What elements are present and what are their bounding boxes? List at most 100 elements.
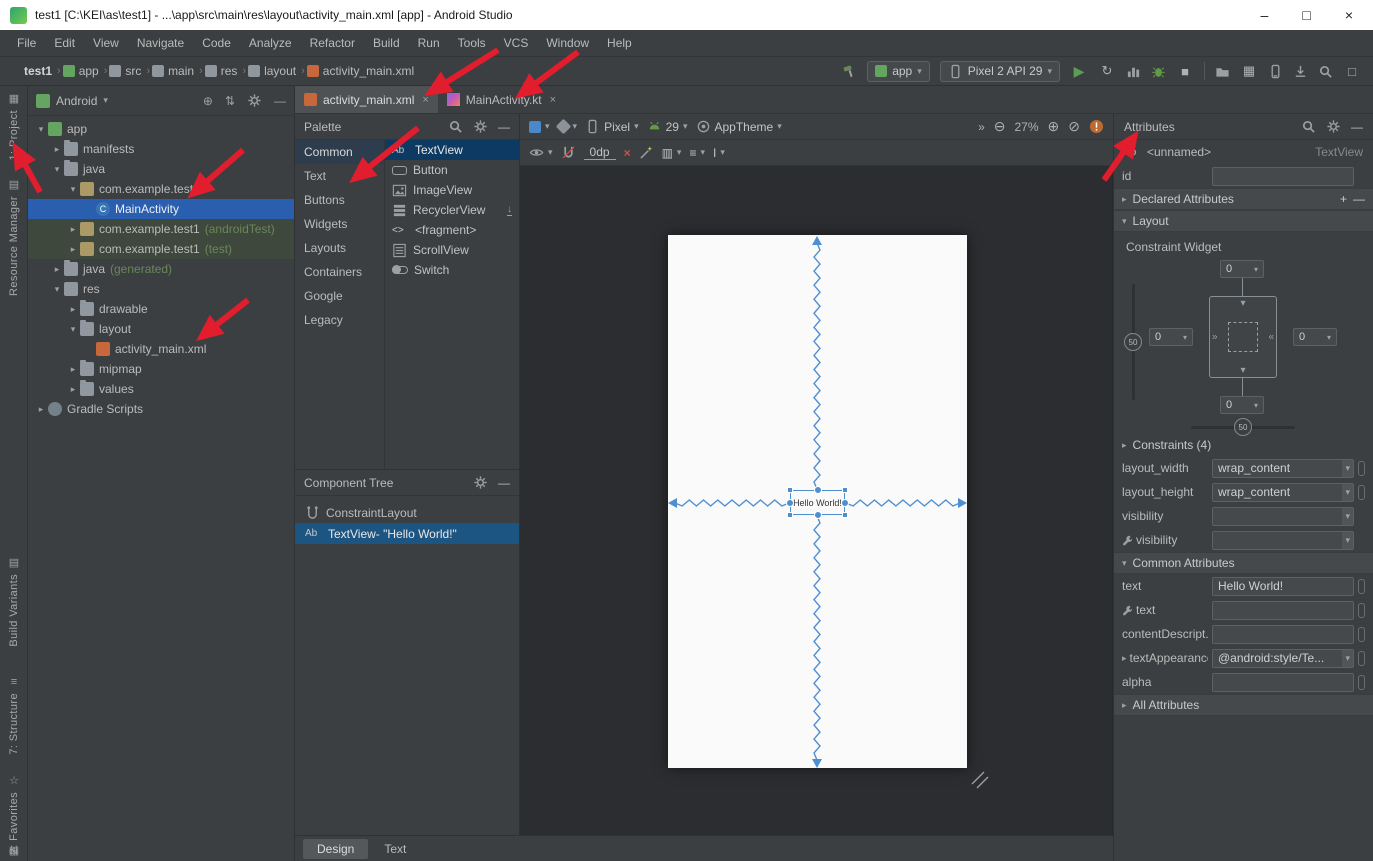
horizontal-bias-handle[interactable]: 50 [1234,418,1252,436]
expand-icon[interactable]: ▸ [66,244,80,255]
palette-category-text[interactable]: Text [295,164,384,188]
tree-row-values[interactable]: ▸ values [28,379,294,399]
top-constraint-icon[interactable]: ▾ [1240,298,1245,309]
tree-row-java[interactable]: ▾ java [28,159,294,179]
layout-width-select[interactable]: wrap_content ▾ [1212,459,1354,478]
menu-analyze[interactable]: Analyze [240,30,301,56]
close-tab-icon[interactable]: × [550,94,556,106]
minimize-button[interactable]: – [1261,7,1269,23]
palette-item-textview[interactable]: Ab TextView [385,140,519,160]
tree-row-mainactivity[interactable]: MainActivity [28,199,294,219]
flag-toggle[interactable] [1358,627,1365,642]
theme-select[interactable]: AppTheme ▾ [696,119,782,134]
bottom-constraint-icon[interactable]: ▾ [1240,365,1245,376]
run-button[interactable]: ▶ [1070,63,1088,80]
constraint-anchor-right[interactable] [841,499,849,507]
maximize-button[interactable]: □ [1302,7,1310,23]
tool-button-favorites[interactable]: ☆ 2: Favorites [0,774,28,854]
expand-icon[interactable]: ▸ [66,384,80,395]
tab-design[interactable]: Design [303,839,368,859]
constraint-widget-inner[interactable] [1228,322,1258,352]
constraint-widget-box[interactable]: ▾ ▾ » « [1209,296,1277,378]
tab-mainactivity-kt[interactable]: MainActivity.kt × [438,86,565,113]
search-icon[interactable] [1318,64,1333,79]
gear-icon[interactable] [473,119,488,134]
tab-activity-main-xml[interactable]: activity_main.xml × [295,86,438,113]
tree-row-res[interactable]: ▾ res [28,279,294,299]
toolwindow-toggle-icon[interactable]: ▦ [0,844,28,857]
hide-panel-icon[interactable]: — [498,120,510,134]
constraint-anchor-left[interactable] [786,499,794,507]
expand-icon[interactable]: ▸ [66,364,80,375]
component-tree-item-constraintlayout[interactable]: ConstraintLayout [295,502,519,523]
menu-view[interactable]: View [84,30,128,56]
declared-attributes-section[interactable]: ▸ Declared Attributes + — [1114,188,1373,210]
remove-attribute-button[interactable]: — [1353,192,1365,206]
menu-tools[interactable]: Tools [449,30,495,56]
expand-icon[interactable]: ▸ [34,404,48,415]
tool-button-structure[interactable]: ≡ 7: Structure [0,676,28,755]
tool-button-build-variants[interactable]: ▤ Build Variants [0,556,28,647]
tree-row-app[interactable]: ▾ app [28,119,294,139]
resize-handle-bottomleft[interactable] [787,512,793,518]
tools-visibility-select[interactable]: ▾ [1212,531,1354,550]
layout-inspector-icon[interactable]: ▦ [1240,63,1258,79]
menu-help[interactable]: Help [598,30,641,56]
selected-textview[interactable]: Hello World! [790,490,845,515]
debug-icon[interactable] [1151,64,1166,79]
align-select[interactable]: ≡ ▾ [689,146,705,160]
margin-top-select[interactable]: 0 ▾ [1220,260,1264,278]
close-tab-icon[interactable]: × [422,94,428,106]
text-input[interactable]: Hello World! [1212,577,1354,596]
apply-changes-icon[interactable]: ↻ [1098,63,1116,79]
profiler-icon[interactable] [1126,64,1141,79]
all-attributes-section[interactable]: ▸ All Attributes [1114,694,1373,716]
flag-toggle[interactable] [1358,461,1365,476]
expand-icon[interactable]: ▾ [66,184,80,195]
breadcrumb-layout[interactable]: layout [248,64,296,78]
zoom-out-button[interactable]: ⊖ [994,118,1006,135]
vertical-bias-handle[interactable]: 50 [1124,333,1142,351]
flag-toggle[interactable] [1358,675,1365,690]
palette-category-widgets[interactable]: Widgets [295,212,384,236]
tools-text-input[interactable] [1212,601,1354,620]
menu-navigate[interactable]: Navigate [128,30,193,56]
layout-height-select[interactable]: wrap_content ▾ [1212,483,1354,502]
palette-category-layouts[interactable]: Layouts [295,236,384,260]
visibility-select[interactable]: ▾ [1212,507,1354,526]
stop-button[interactable]: ■ [1176,64,1194,79]
resize-handle-topleft[interactable] [787,487,793,493]
menu-refactor[interactable]: Refactor [301,30,364,56]
device-menu-select[interactable]: Pixel ▾ [585,119,639,134]
palette-item-button[interactable]: Button [385,160,519,180]
palette-item-recyclerview[interactable]: RecyclerView ↓ [385,200,519,220]
orientation-select[interactable]: ▾ [558,121,578,132]
menu-window[interactable]: Window [537,30,598,56]
expand-icon[interactable]: ▾ [34,124,48,135]
collapse-all-icon[interactable]: ⇅ [225,94,235,108]
constraint-anchor-top[interactable] [814,486,822,494]
infer-constraints-icon[interactable] [639,145,654,160]
breadcrumb-src[interactable]: src [109,64,141,78]
palette-category-google[interactable]: Google [295,284,384,308]
palette-category-containers[interactable]: Containers [295,260,384,284]
menu-code[interactable]: Code [193,30,240,56]
content-description-input[interactable] [1212,625,1354,644]
left-constraint-icon[interactable]: » [1212,332,1218,343]
expand-icon[interactable]: ▸ [50,144,64,155]
tree-row-package[interactable]: ▾ com.example.test1 [28,179,294,199]
resize-handle-topright[interactable] [842,487,848,493]
search-icon[interactable] [1301,119,1316,134]
run-configuration-select[interactable]: app ▾ [867,61,930,82]
constraints-section[interactable]: ▸ Constraints (4) [1114,434,1373,456]
palette-item-scrollview[interactable]: ScrollView [385,240,519,260]
menu-build[interactable]: Build [364,30,409,56]
layout-section[interactable]: ▾ Layout [1114,210,1373,232]
tool-button-resource-manager[interactable]: ▤ Resource Manager [0,178,28,296]
divider-icon[interactable]: — [498,476,510,490]
tree-row-layout[interactable]: ▾ layout [28,319,294,339]
palette-item-imageview[interactable]: ImageView [385,180,519,200]
close-button[interactable]: × [1345,7,1353,23]
expand-icon[interactable]: ▾ [66,324,80,335]
search-icon[interactable] [448,119,463,134]
